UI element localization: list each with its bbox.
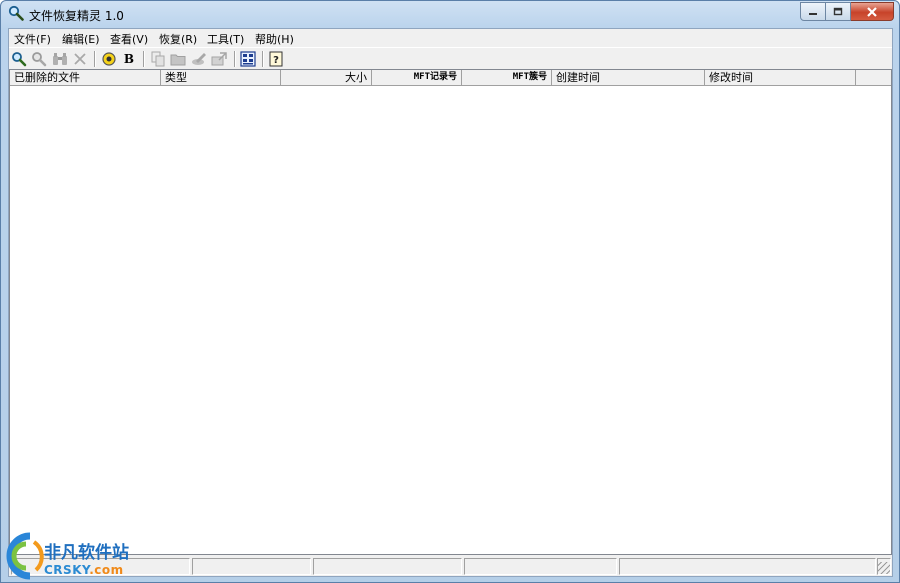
menu-tools[interactable]: 工具(T) xyxy=(207,31,244,47)
copy-icon xyxy=(151,51,165,67)
caption-buttons xyxy=(800,2,894,21)
menu-file[interactable]: 文件(F) xyxy=(14,31,51,47)
column-header-mft-cluster[interactable]: MFT簇号 xyxy=(462,70,552,85)
delete-button[interactable] xyxy=(71,50,89,68)
column-header-deleted-files[interactable]: 已删除的文件 xyxy=(10,70,161,85)
magnifier-icon xyxy=(8,5,24,21)
menu-help[interactable]: 帮助(H) xyxy=(255,31,294,47)
export-icon xyxy=(211,52,227,66)
status-pane xyxy=(464,558,617,575)
maximize-icon xyxy=(833,7,843,16)
toolbar: B ? xyxy=(9,47,892,71)
recover-icon xyxy=(192,53,206,65)
window-title: 文件恢复精灵 1.0 xyxy=(29,9,124,23)
watermark-subtitle: CRSKY.com xyxy=(44,563,124,577)
minimize-icon xyxy=(809,12,817,15)
stop-search-button[interactable] xyxy=(30,50,48,68)
watermark: 非凡软件站 CRSKY.com xyxy=(0,528,148,583)
toolbar-separator xyxy=(234,51,236,67)
svg-text:?: ? xyxy=(273,55,279,66)
status-pane xyxy=(313,558,462,575)
help-icon: ? xyxy=(269,51,283,67)
delete-icon xyxy=(74,53,86,65)
app-window: 文件恢复精灵 1.0 文件(F) 编辑(E) 查看(V) 恢复(R) 工具(T)… xyxy=(0,0,900,583)
menu-view[interactable]: 查看(V) xyxy=(110,31,148,47)
close-button[interactable] xyxy=(851,2,894,21)
title-bar[interactable]: 文件恢复精灵 1.0 xyxy=(1,1,899,27)
menu-edit[interactable]: 编辑(E) xyxy=(62,31,100,47)
column-header-type[interactable]: 类型 xyxy=(161,70,281,85)
close-icon xyxy=(867,6,877,17)
column-header-mft-record[interactable]: MFT记录号 xyxy=(372,70,462,85)
maximize-button[interactable] xyxy=(826,2,851,21)
toolbar-separator xyxy=(262,51,264,67)
open-folder-button[interactable] xyxy=(169,50,187,68)
recover-button[interactable] xyxy=(190,50,208,68)
select-drive-button[interactable] xyxy=(100,50,118,68)
column-header-size[interactable]: 大小 xyxy=(281,70,372,85)
hex-view-icon xyxy=(240,51,256,67)
resize-grip[interactable] xyxy=(878,562,890,574)
search-icon xyxy=(12,52,27,67)
folder-icon xyxy=(170,54,186,66)
menu-bar: 文件(F) 编辑(E) 查看(V) 恢复(R) 工具(T) 帮助(H) xyxy=(9,29,892,47)
search-stop-icon xyxy=(32,52,47,67)
bold-b-button[interactable]: B xyxy=(120,50,138,68)
toolbar-separator xyxy=(94,51,96,67)
column-header-modified[interactable]: 修改时间 xyxy=(705,70,856,85)
search-button[interactable] xyxy=(10,50,28,68)
find-button[interactable] xyxy=(51,50,69,68)
minimize-button[interactable] xyxy=(800,2,826,21)
hex-view-button[interactable] xyxy=(239,50,257,68)
menu-recover[interactable]: 恢复(R) xyxy=(159,31,197,47)
help-button[interactable]: ? xyxy=(267,50,285,68)
watermark-title: 非凡软件站 xyxy=(44,543,129,563)
client-area: 文件(F) 编辑(E) 查看(V) 恢复(R) 工具(T) 帮助(H) B ? … xyxy=(8,28,893,577)
status-pane xyxy=(192,558,311,575)
watermark-logo-icon xyxy=(6,532,44,580)
bold-b-icon: B xyxy=(123,52,135,66)
toolbar-separator xyxy=(143,51,145,67)
list-header: 已删除的文件 类型 大小 MFT记录号 MFT簇号 创建时间 修改时间 xyxy=(10,70,891,86)
deleted-files-list[interactable]: 已删除的文件 类型 大小 MFT记录号 MFT簇号 创建时间 修改时间 xyxy=(9,69,892,555)
column-header-created[interactable]: 创建时间 xyxy=(552,70,705,85)
copy-button[interactable] xyxy=(149,50,167,68)
status-pane xyxy=(619,558,876,575)
target-icon xyxy=(102,52,116,66)
export-button[interactable] xyxy=(210,50,228,68)
binoculars-icon xyxy=(53,53,67,65)
